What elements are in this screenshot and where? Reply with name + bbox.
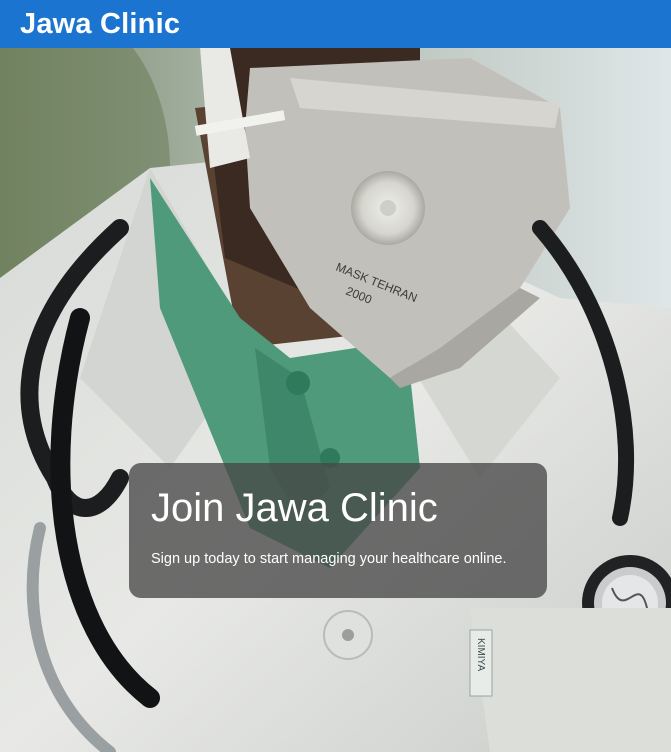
- brand-logo-text[interactable]: Jawa Clinic: [20, 8, 180, 41]
- coat-badge-text: KIMIYA: [475, 638, 486, 671]
- join-card: Join Jawa Clinic Sign up today to start …: [129, 463, 547, 598]
- join-title: Join Jawa Clinic: [151, 486, 438, 530]
- top-header: Jawa Clinic: [0, 0, 671, 48]
- hero-image: MASK TEHRAN 2000 KIMIYA: [0, 48, 671, 752]
- join-subtitle: Sign up today to start managing your hea…: [151, 551, 507, 567]
- hero-section: MASK TEHRAN 2000 KIMIYA Join Jawa Clinic…: [0, 48, 671, 752]
